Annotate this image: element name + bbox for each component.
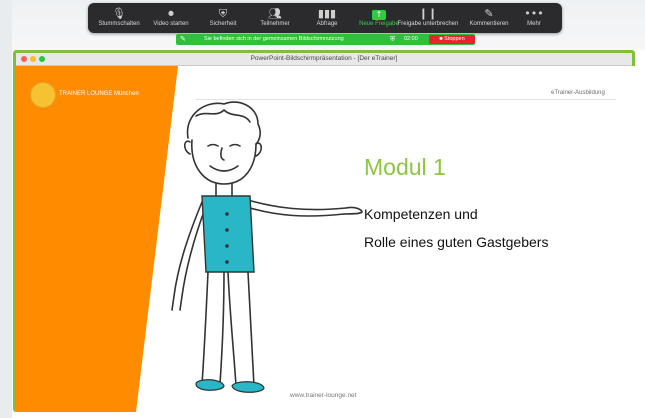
pause-share-button[interactable]: ❙❙ Freigabe unterbrechen — [394, 7, 462, 28]
start-video-button[interactable]: ⏺ Video starten — [144, 7, 198, 28]
poll-icon: ▮▮▮ — [317, 7, 337, 20]
video-camera-icon: ⏺ — [168, 7, 174, 20]
poll-label: Abfrage — [316, 21, 338, 27]
slide-tagline: eTrainer-Ausbildung — [551, 90, 605, 96]
poll-button[interactable]: ▮▮▮ Abfrage — [300, 7, 354, 28]
sharing-timer: 02:00 — [404, 36, 418, 42]
logo-text: TRAINER LOUNGE München — [59, 91, 139, 97]
shield-icon: ⛨ — [218, 7, 228, 20]
participants-label: Teilnehmer — [260, 21, 290, 27]
stop-share-label: Stoppen — [444, 36, 465, 42]
trainer-lounge-logo — [30, 82, 56, 108]
security-label: Sicherheit — [209, 21, 237, 27]
trainer-figure-illustration — [171, 101, 363, 393]
pause-share-label: Freigabe unterbrechen — [397, 21, 459, 27]
slide-subtitle-line-2: Rolle eines guten Gastgebers — [364, 234, 549, 250]
pause-icon: ❙❙ — [418, 7, 438, 20]
participants-button[interactable]: 👥︎ Teilnehmer — [248, 7, 302, 28]
stop-icon: ■ — [439, 36, 443, 42]
pencil-icon: ✎ — [484, 7, 494, 20]
meeting-toolbar: 🎙︎ Stummschalten ⏺ Video starten ⛨ Siche… — [88, 3, 562, 33]
mute-button[interactable]: 🎙︎ Stummschalten — [92, 7, 146, 28]
pin-icon: ✎ — [180, 36, 186, 43]
annotate-button[interactable]: ✎ Kommentieren — [462, 7, 516, 28]
annotate-label: Kommentieren — [469, 21, 509, 27]
sharing-message: Sie befinden sich in der gemeinsamen Bil… — [204, 36, 344, 42]
slide-subtitle-line-1: Kompetenzen und — [364, 206, 478, 222]
desktop-edge — [0, 0, 12, 418]
start-video-label: Video starten — [153, 21, 189, 27]
share-screen-icon: ↑ — [372, 10, 386, 20]
window-title: PowerPoint-Bildschirmpräsentation - [Der… — [250, 55, 398, 62]
slide-heading: Modul 1 — [364, 154, 446, 180]
more-label: Mehr — [527, 21, 541, 27]
participants-icon: 👥︎ — [268, 7, 282, 20]
more-icon: ••• — [524, 7, 544, 20]
mute-label: Stummschalten — [98, 21, 140, 27]
new-share-label: Neue Freigabe — [359, 21, 399, 27]
stop-share-button[interactable]: ■ Stoppen — [429, 35, 475, 44]
sharing-status-bar: ✎ Sie befinden sich in der gemeinsamen B… — [176, 34, 475, 45]
shield-icon: ⛨ — [390, 36, 396, 43]
security-button[interactable]: ⛨ Sicherheit — [196, 7, 250, 28]
presentation-slide: TRAINER LOUNGE München eTrainer-Ausbildu… — [16, 66, 635, 412]
slide-footer-url: www.trainer-lounge.net — [290, 392, 357, 399]
more-button[interactable]: ••• Mehr — [512, 7, 556, 28]
microphone-icon: 🎙︎ — [112, 7, 126, 20]
window-titlebar: PowerPoint-Bildschirmpräsentation - [Der… — [16, 53, 632, 66]
